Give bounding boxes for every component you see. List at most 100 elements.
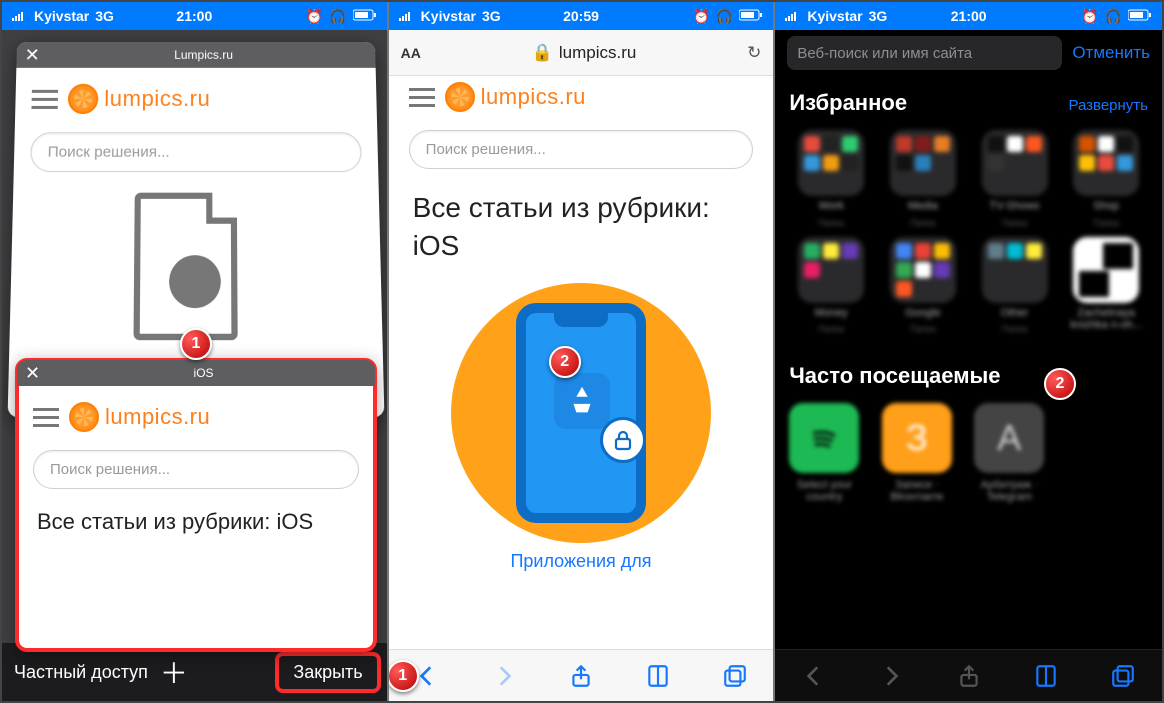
carrier-label: Kyivstar xyxy=(421,8,476,24)
address-bar[interactable]: AA 🔒 lumpics.ru ↻ xyxy=(389,30,774,76)
site-logo: lumpics.ru xyxy=(445,82,586,112)
frequently-visited-row: Select your country ЗЗаписи · ВКонтакте … xyxy=(789,403,1148,505)
bookmarks-icon[interactable] xyxy=(1029,659,1063,693)
tab-page-preview: lumpics.ru Поиск решения... xyxy=(9,68,383,351)
page-heading: Все статьи из рубрики: iOS xyxy=(33,507,359,537)
signal-icon xyxy=(785,8,801,24)
favorite-folder[interactable]: MoneyПапка xyxy=(789,237,873,338)
headphones-icon: 🎧 xyxy=(1105,8,1122,25)
status-bar: Kyivstar 3G 20:59 ⏰ 🎧 xyxy=(389,2,774,30)
step-badge-2: 2 xyxy=(549,346,581,378)
hamburger-icon[interactable] xyxy=(409,88,435,107)
site-logo: lumpics.ru xyxy=(69,402,210,432)
step-badge-1: 1 xyxy=(389,660,419,692)
done-button[interactable]: Закрыть xyxy=(279,656,376,689)
bookmarks-icon[interactable] xyxy=(641,659,675,693)
step-badge-1: 1 xyxy=(180,328,212,360)
expand-button[interactable]: Развернуть xyxy=(1068,97,1148,114)
screenshot-1: Kyivstar 3G 21:00 ⏰ 🎧 ✕ Lumpics.ru lumpi… xyxy=(2,2,389,701)
favorites-title: Избранное xyxy=(789,90,907,116)
lock-icon: 🔒 xyxy=(532,43,553,63)
private-browsing-button[interactable]: Частный доступ xyxy=(14,662,148,683)
carrier-label: Kyivstar xyxy=(807,8,862,24)
alarm-icon: ⏰ xyxy=(692,8,709,25)
favorite-folder[interactable]: GoogleПапка xyxy=(881,237,965,338)
network-label: 3G xyxy=(95,8,114,24)
back-icon xyxy=(797,659,831,693)
start-page: Избранное Развернуть WorkПапка MediaПапк… xyxy=(775,76,1162,649)
carrier-label: Kyivstar xyxy=(34,8,89,24)
favorites-grid: WorkПапка MediaПапка TV-ShowsПапка ShopП… xyxy=(789,130,1148,337)
reload-icon[interactable]: ↻ xyxy=(747,43,761,63)
lock-icon xyxy=(600,417,646,463)
safari-toolbar xyxy=(775,649,1162,701)
feature-illustration xyxy=(451,283,711,543)
page-content: lumpics.ru Поиск решения... Все статьи и… xyxy=(389,76,774,649)
alarm-icon: ⏰ xyxy=(1081,8,1098,25)
orange-icon xyxy=(68,84,99,114)
frequent-site[interactable]: ААрбитраж · Telegram xyxy=(974,403,1044,503)
tab-card-header: ✕ iOS xyxy=(17,360,375,386)
hamburger-icon[interactable] xyxy=(31,89,58,108)
site-logo: lumpics.ru xyxy=(68,84,211,114)
frequently-visited-title: Часто посещаемые xyxy=(789,363,1000,389)
signal-icon xyxy=(399,8,415,24)
tab-card-2[interactable]: ✕ iOS lumpics.ru Поиск решения... Все ст… xyxy=(17,360,375,650)
safari-toolbar: 1 xyxy=(389,649,774,701)
share-icon[interactable] xyxy=(564,659,598,693)
document-gear-icon xyxy=(133,193,258,341)
hamburger-icon[interactable] xyxy=(33,408,59,427)
alarm-icon: ⏰ xyxy=(306,8,323,25)
screenshot-3: Kyivstar 3G 21:00 ⏰ 🎧 Веб-поиск или имя … xyxy=(775,2,1162,701)
cancel-button[interactable]: Отменить xyxy=(1072,43,1150,63)
tab-switcher-toolbar: Частный доступ ＋ Закрыть xyxy=(2,643,387,701)
web-search-input[interactable]: Веб-поиск или имя сайта xyxy=(787,36,1062,70)
favorite-folder[interactable]: MediaПапка xyxy=(881,130,965,231)
tab-switcher: ✕ Lumpics.ru lumpics.ru Поиск решения...… xyxy=(2,30,387,643)
favorite-folder[interactable]: WorkПапка xyxy=(789,130,873,231)
step-badge-2: 2 xyxy=(1044,368,1076,400)
phone-icon xyxy=(516,303,646,523)
battery-icon xyxy=(739,8,763,24)
frequent-site[interactable]: ЗЗаписи · ВКонтакте xyxy=(882,403,952,503)
favorite-folder[interactable]: TV-ShowsПапка xyxy=(973,130,1057,231)
tabs-icon[interactable] xyxy=(718,659,752,693)
search-input[interactable]: Поиск решения... xyxy=(409,130,754,169)
url-label: 🔒 lumpics.ru xyxy=(431,43,737,63)
battery-icon xyxy=(1128,8,1152,24)
text-size-button[interactable]: AA xyxy=(401,45,421,61)
appstore-icon xyxy=(554,373,610,429)
network-label: 3G xyxy=(869,8,888,24)
forward-icon[interactable] xyxy=(487,659,521,693)
search-input[interactable]: Поиск решения... xyxy=(33,450,359,489)
tab-title: iOS xyxy=(40,366,367,380)
headphones-icon: 🎧 xyxy=(716,8,733,25)
orange-icon xyxy=(69,402,99,432)
new-tab-icon[interactable]: ＋ xyxy=(160,652,188,692)
tab-title: Lumpics.ru xyxy=(40,48,368,62)
signal-icon xyxy=(12,8,28,24)
site-icon xyxy=(1073,237,1139,303)
favorite-folder[interactable]: ShopПапка xyxy=(1064,130,1148,231)
battery-icon xyxy=(353,8,377,24)
close-tab-icon[interactable]: ✕ xyxy=(25,364,40,382)
favorite-site[interactable]: Zachetnaya knizhka n-oh... xyxy=(1064,237,1148,338)
screenshot-2: Kyivstar 3G 20:59 ⏰ 🎧 AA 🔒 lumpics.ru ↻ … xyxy=(389,2,776,701)
close-tab-icon[interactable]: ✕ xyxy=(24,46,40,64)
search-input[interactable]: Поиск решения... xyxy=(30,132,362,172)
orange-icon xyxy=(445,82,475,112)
forward-icon xyxy=(874,659,908,693)
tab-card-header: ✕ Lumpics.ru xyxy=(16,42,375,68)
status-bar: Kyivstar 3G 21:00 ⏰ 🎧 xyxy=(2,2,387,30)
tabs-icon[interactable] xyxy=(1106,659,1140,693)
favorite-folder[interactable]: OtherПапка xyxy=(973,237,1057,338)
page-heading: Все статьи из рубрики: iOS xyxy=(409,189,754,265)
headphones-icon: 🎧 xyxy=(329,8,346,25)
search-bar-row: Веб-поиск или имя сайта Отменить xyxy=(775,30,1162,76)
network-label: 3G xyxy=(482,8,501,24)
status-bar: Kyivstar 3G 21:00 ⏰ 🎧 xyxy=(775,2,1162,30)
article-link[interactable]: Приложения для xyxy=(409,551,754,572)
frequent-site[interactable]: Select your country xyxy=(789,403,859,503)
tab-page-preview: lumpics.ru Поиск решения... Все статьи и… xyxy=(17,386,375,547)
share-icon xyxy=(952,659,986,693)
